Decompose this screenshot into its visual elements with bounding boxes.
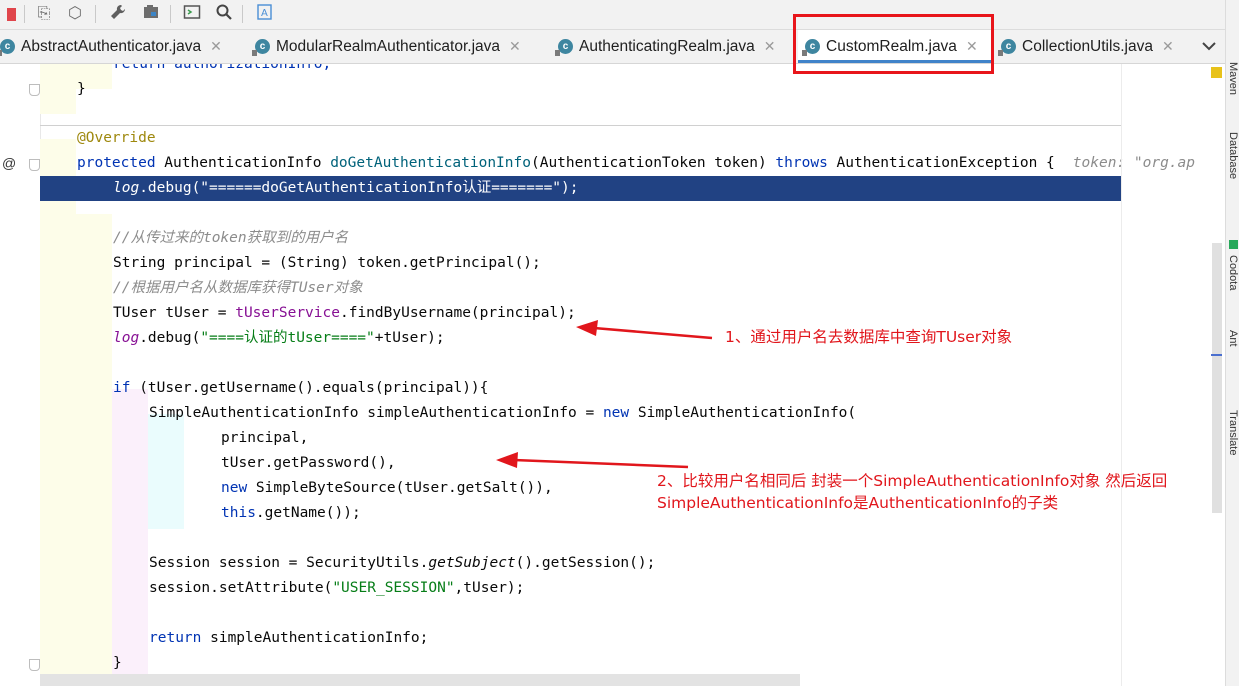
annotation-note-2-line-2: SimpleAuthenticationInfo是AuthenticationI… bbox=[657, 494, 1059, 512]
arrowhead-2 bbox=[496, 452, 518, 468]
annotation-arrows bbox=[496, 320, 713, 469]
arrow-1 bbox=[593, 326, 713, 340]
annotation-note-2-line-1: 2、比较用户名相同后 封装一个SimpleAuthenticationInfo对… bbox=[657, 472, 1168, 490]
arrow-2 bbox=[513, 458, 689, 469]
annotation-note-1: 1、通过用户名去数据库中查询TUser对象 bbox=[725, 328, 1013, 346]
arrowhead-1 bbox=[576, 320, 598, 336]
